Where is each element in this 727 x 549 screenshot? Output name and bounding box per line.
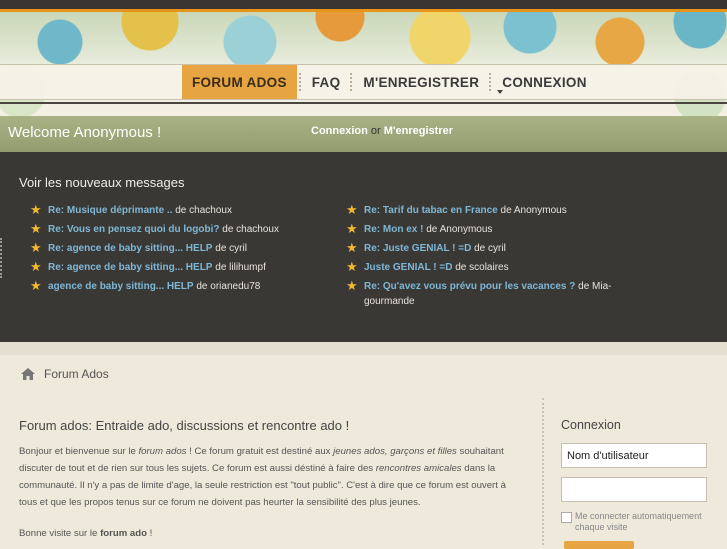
login-box: Connexion Me connecter automatiquement c… [561, 418, 711, 533]
list-item: ★ Re: Vous en pensez quoi du logobi? de c… [30, 222, 360, 237]
intro-paragraph: Bonjour et bienvenue sur le forum ados !… [19, 443, 524, 511]
chevron-down-icon [497, 90, 503, 94]
topic-link[interactable]: Re: agence de baby sitting... HELP [48, 243, 212, 254]
list-item: ★ Juste GENIAL ! =D de scolaires [346, 260, 616, 275]
intro-emphasis: rencontres amicales [375, 463, 462, 474]
topic-author: de lilihumpf [215, 262, 266, 273]
star-icon: ★ [346, 259, 358, 274]
star-icon: ★ [30, 202, 42, 217]
nav-menu: FORUM ADOS FAQ M'ENREGISTRER CONNEXION [182, 65, 595, 99]
nav-separator [350, 73, 353, 91]
star-icon: ★ [346, 240, 358, 255]
intro-emphasis: forum ados [138, 446, 187, 457]
star-icon: ★ [30, 221, 42, 236]
topic-link[interactable]: Re: Juste GENIAL ! =D [364, 243, 471, 254]
welcome-text: Welcome Anonymous ! [8, 124, 162, 141]
topic-author: de Anonymous [500, 205, 567, 216]
list-item: ★ Re: Tarif du tabac en France de Anonymo… [346, 203, 616, 218]
topic-link[interactable]: Re: Musique déprimante .. [48, 205, 172, 216]
login-button[interactable] [564, 541, 634, 549]
welcome-bar: Welcome Anonymous ! Connexion or M'enreg… [0, 116, 727, 152]
topic-author: de cyril [215, 243, 247, 254]
list-item: ★ Re: agence de baby sitting... HELP de c… [30, 241, 360, 256]
register-link[interactable]: M'enregistrer [384, 125, 453, 137]
intro-text: ! [146, 528, 153, 539]
home-icon[interactable] [20, 367, 36, 381]
topic-link[interactable]: Re: agence de baby sitting... HELP [48, 262, 212, 273]
topic-author: de chachoux [175, 205, 232, 216]
remember-me[interactable]: Me connecter automatiquement chaque visi… [561, 511, 711, 533]
intro-closing: Bonne visite sur le forum ado ! [19, 525, 524, 542]
intro-text: Bonne visite sur le [19, 528, 101, 539]
login-title: Connexion [561, 418, 621, 432]
main-navbar: FORUM ADOS FAQ M'ENREGISTRER CONNEXION [0, 64, 727, 104]
remember-checkbox[interactable] [561, 512, 572, 523]
topic-link[interactable]: Re: Mon ex ! [364, 224, 423, 235]
intro-emphasis: jeunes ados, garçons et filles [333, 446, 457, 457]
scroll-marker [0, 238, 5, 278]
nav-separator [489, 73, 492, 91]
or-text: or [370, 125, 381, 137]
column-divider [542, 398, 545, 545]
list-item: ★ Re: agence de baby sitting... HELP de l… [30, 260, 360, 275]
topic-link[interactable]: agence de baby sitting... HELP [48, 281, 194, 292]
topic-link[interactable]: Juste GENIAL ! =D [364, 262, 452, 273]
intro-strong: forum ado [100, 528, 147, 539]
topic-author: de orianedu78 [196, 281, 261, 292]
star-icon: ★ [346, 202, 358, 217]
intro-section: Forum ados: Entraide ado, discussions et… [19, 418, 524, 542]
section-divider [0, 342, 727, 355]
intro-text: Bonjour et bienvenue sur le [19, 446, 139, 457]
list-item: ★ Re: Mon ex ! de Anonymous [346, 222, 616, 237]
nav-login[interactable]: CONNEXION [494, 65, 594, 99]
star-icon: ★ [346, 278, 358, 293]
topic-author: de Anonymous [426, 224, 493, 235]
topic-author: de cyril [474, 243, 506, 254]
nav-faq[interactable]: FAQ [304, 65, 349, 99]
breadcrumb: Forum Ados [0, 355, 727, 393]
auth-links: Connexion or M'enregistrer [311, 125, 453, 137]
new-messages-title[interactable]: Voir les nouveaux messages [19, 175, 184, 190]
top-strip [0, 0, 727, 12]
topic-author: de chachoux [222, 224, 279, 235]
topic-link[interactable]: Re: Tarif du tabac en France [364, 205, 498, 216]
star-icon: ★ [346, 221, 358, 236]
nav-underline [0, 102, 727, 104]
intro-text: ! Ce forum gratuit est destiné aux [186, 446, 334, 457]
list-item: ★ agence de baby sitting... HELP de orian… [30, 279, 360, 294]
star-icon: ★ [30, 240, 42, 255]
new-messages-panel: Voir les nouveaux messages ★ Re: Musique … [0, 152, 727, 342]
star-icon: ★ [30, 278, 42, 293]
new-messages-left: ★ Re: Musique déprimante .. de chachoux ★… [30, 203, 360, 298]
nav-separator [298, 73, 302, 91]
new-messages-right: ★ Re: Tarif du tabac en France de Anonymo… [346, 203, 616, 313]
login-link[interactable]: Connexion [311, 125, 368, 137]
remember-label: Me connecter automatiquement chaque visi… [575, 511, 702, 532]
star-icon: ★ [30, 259, 42, 274]
nav-forum-ados[interactable]: FORUM ADOS [182, 65, 297, 99]
topic-author: de scolaires [455, 262, 509, 273]
list-item: ★ Re: Juste GENIAL ! =D de cyril [346, 241, 616, 256]
nav-register[interactable]: M'ENREGISTRER [355, 65, 487, 99]
list-item: ★ Re: Musique déprimante .. de chachoux [30, 203, 360, 218]
list-item: ★ Re: Qu'avez vous prévu pour les vacance… [346, 279, 616, 309]
topic-link[interactable]: Re: Qu'avez vous prévu pour les vacances… [364, 281, 575, 292]
intro-title: Forum ados: Entraide ado, discussions et… [19, 418, 350, 433]
breadcrumb-forum-ados[interactable]: Forum Ados [44, 367, 109, 381]
topic-link[interactable]: Re: Vous en pensez quoi du logobi? [48, 224, 219, 235]
username-input[interactable] [561, 443, 707, 468]
password-input[interactable] [561, 477, 707, 502]
